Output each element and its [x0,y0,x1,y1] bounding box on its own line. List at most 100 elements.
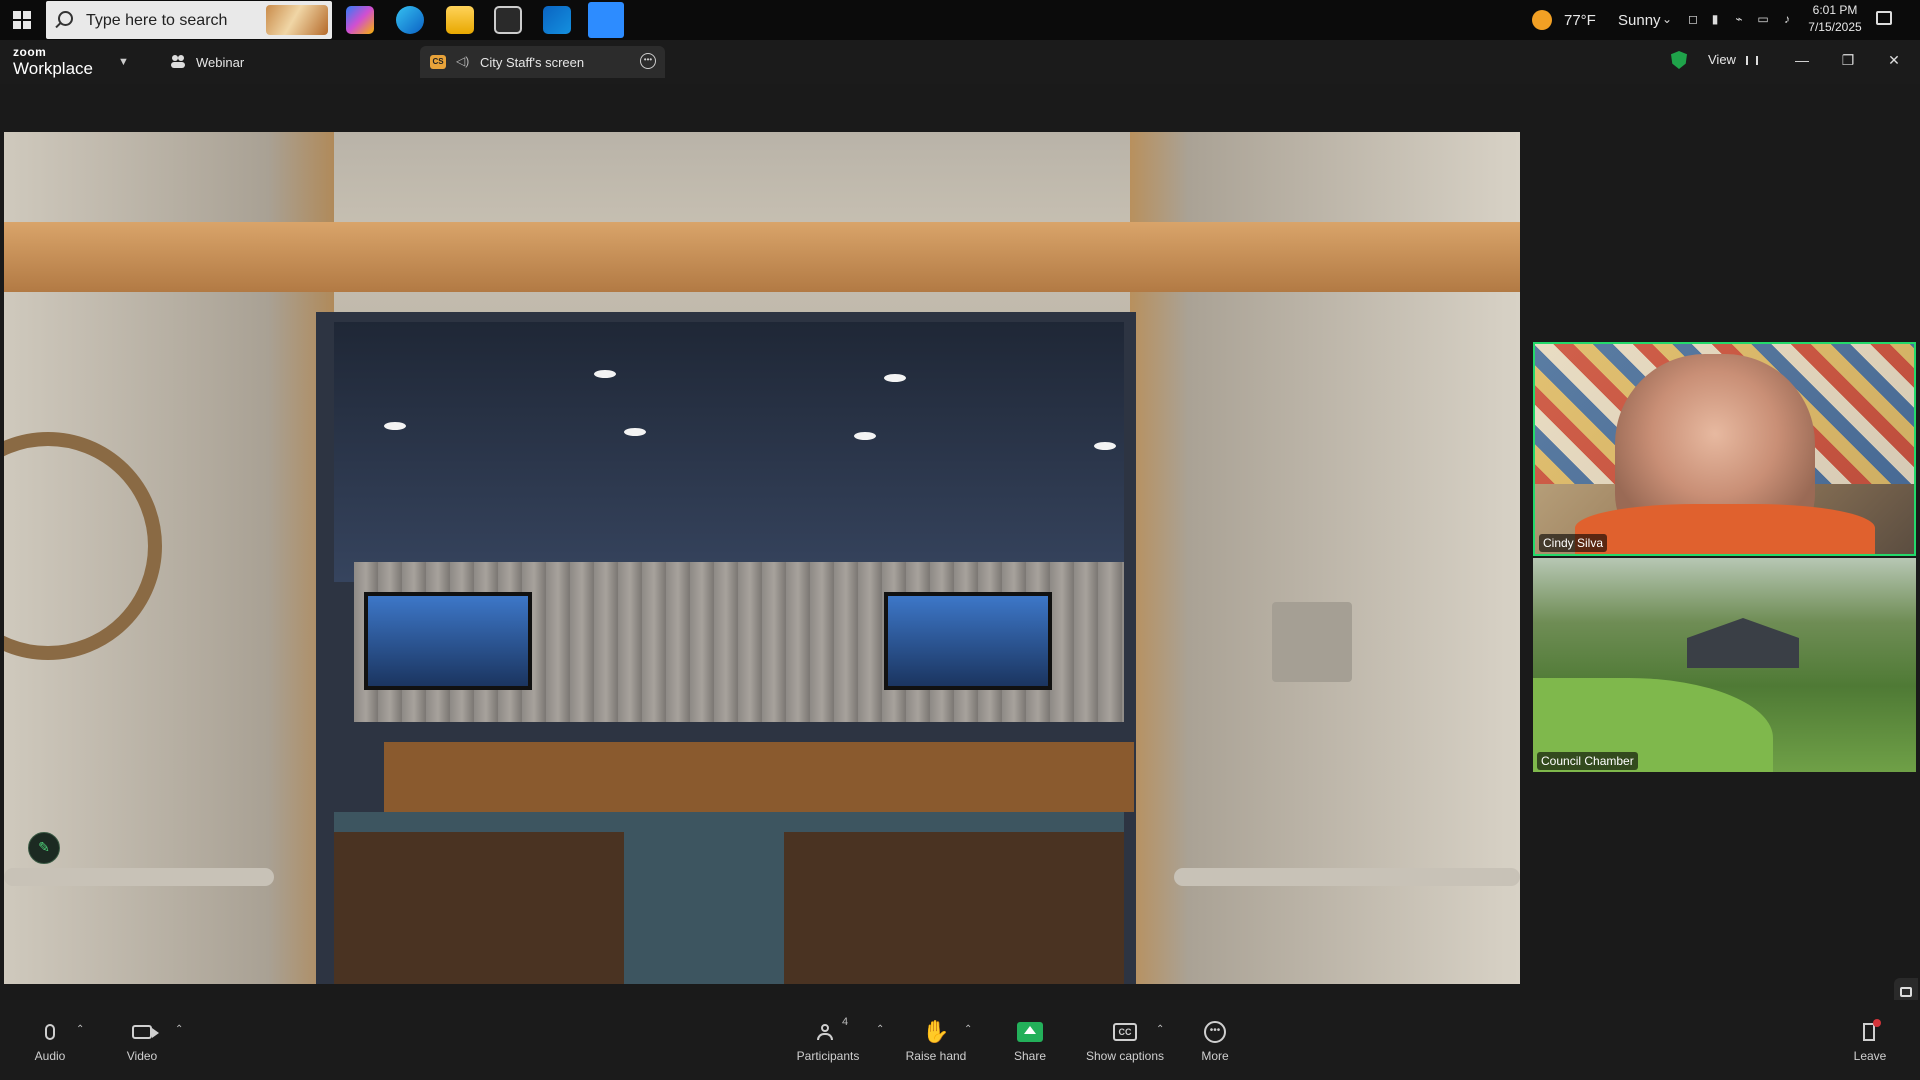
brand-workplace: Workplace [13,59,93,78]
chevron-down-icon[interactable]: ▼ [118,56,129,68]
raise-hand-button[interactable]: ✋ Raise hand [900,1018,972,1063]
participant-scarf [1575,504,1875,554]
outlook-icon[interactable] [543,6,571,34]
ceiling-light [384,422,406,430]
windows-start-icon[interactable] [8,6,36,34]
share-label: Share [1013,1049,1047,1063]
more-dots-icon: ••• [1204,1021,1226,1043]
notification-center-icon[interactable] [1876,11,1892,25]
clubhouse-building [1687,618,1799,668]
microphone-tray-icon[interactable]: ▮ [1708,12,1722,26]
ceiling-light [594,370,616,378]
chamber-display-left [364,592,532,690]
captions-options-caret-icon[interactable]: ⌃ [1156,1024,1164,1035]
chamber-display-right [884,592,1052,690]
participants-icon [817,1024,839,1040]
minimize-icon[interactable]: — [1792,50,1812,70]
zoom-title-bar: zoom Workplace ▼ Webinar CS ◁) City Staf… [0,40,1920,84]
participants-count: 4 [842,1016,849,1028]
edge-icon[interactable] [396,6,424,34]
ceiling-light [884,374,906,382]
zoom-workplace-logo[interactable]: zoom Workplace [13,46,93,77]
audience-seats-left [334,832,624,984]
windows-taskbar: Type here to search 77°F Sunny ⌄ ◻ ▮ ⌁ ▭… [0,0,1920,40]
view-label: View [1708,52,1736,67]
audio-options-caret-icon[interactable]: ⌃ [76,1024,84,1035]
microphone-icon [45,1024,55,1040]
annotate-pencil-icon[interactable]: ✎ [28,832,60,864]
share-button[interactable]: Share [1010,1018,1050,1063]
search-placeholder: Type here to search [86,12,228,29]
copilot-icon[interactable] [346,6,374,34]
shared-screen-video[interactable]: ✎ [4,132,1520,984]
ceiling-light [854,432,876,440]
system-clock[interactable]: 6:01 PM 7/15/2025 [1790,2,1880,36]
zoom-icon[interactable] [588,2,624,38]
clock-date: 7/15/2025 [1808,20,1862,34]
participant-name: Council Chamber [1537,752,1638,770]
view-grid-icon [1745,56,1758,65]
ceiling-light [1094,442,1116,450]
sharer-avatar-badge: CS [430,55,446,69]
wall-handrail-right [1174,868,1520,886]
chamber-ceiling [334,322,1124,582]
more-label: More [1201,1049,1229,1063]
webinar-label: Webinar [196,55,245,70]
door-plaque [1272,602,1352,682]
video-options-caret-icon[interactable]: ⌃ [175,1024,183,1035]
panel-icon [1900,987,1912,997]
audience-seats-right [784,832,1124,984]
video-label: Video [126,1049,158,1063]
video-button[interactable]: Video [122,1018,162,1063]
show-captions-button[interactable]: CC Show captions [1084,1018,1166,1063]
meeting-controls-bar: Audio ⌃ Video ⌃ 4 Participants ⌃ ✋ Raise… [0,1000,1920,1080]
wall-handrail-left [4,868,274,886]
reactions-caret-icon[interactable]: ⌃ [964,1024,972,1035]
leave-door-icon [1861,1019,1881,1043]
weather-condition: Sunny [1618,12,1661,29]
leave-button[interactable]: Leave [1850,1018,1890,1063]
audio-button[interactable]: Audio [30,1018,70,1063]
network-off-icon[interactable]: ⌁ [1732,12,1746,26]
search-highlight-image [266,5,328,35]
shared-screen-tab[interactable]: CS ◁) City Staff's screen ••• [420,46,665,78]
microsoft-store-icon[interactable] [494,6,522,34]
sun-icon [1532,10,1552,30]
participant-name: Cindy Silva [1539,534,1608,552]
meeting-area: ✎ Cindy Silva Council Chamber [0,84,1920,1008]
file-explorer-icon[interactable] [446,6,474,34]
participants-label: Participants [796,1049,860,1063]
clock-time: 6:01 PM [1812,3,1858,17]
leave-label: Leave [1853,1049,1887,1063]
captions-cc-icon: CC [1113,1023,1137,1041]
participants-button[interactable]: 4 Participants [790,1016,866,1063]
close-icon[interactable]: ✕ [1884,50,1904,70]
brand-zoom: zoom [13,45,47,59]
raise-hand-icon: ✋ [922,1019,950,1044]
more-button[interactable]: ••• More [1195,1018,1235,1063]
chevron-up-icon[interactable]: ⌄ [1660,12,1674,26]
search-icon [58,11,73,26]
ceiling-light [624,428,646,436]
view-button[interactable]: View [1708,52,1758,67]
raise-hand-label: Raise hand [905,1049,967,1063]
restore-icon[interactable]: ❐ [1838,50,1858,70]
people-icon [171,55,185,68]
monitor-tray-icon[interactable]: ▭ [1756,12,1770,26]
ceiling-beam [4,222,1520,292]
audio-label: Audio [34,1049,66,1063]
participants-options-caret-icon[interactable]: ⌃ [876,1024,884,1035]
participant-video-tile[interactable]: Council Chamber [1533,558,1916,772]
captions-label: Show captions [1085,1049,1165,1063]
taskbar-search-box[interactable]: Type here to search [46,1,332,39]
participant-video-tile[interactable]: Cindy Silva [1533,342,1916,556]
council-dais [384,742,1134,812]
more-options-icon[interactable]: ••• [640,53,656,69]
security-shield-icon[interactable] [1671,51,1687,69]
camera-tray-icon[interactable]: ◻ [1686,12,1700,26]
speaker-icon: ◁) [456,54,470,68]
weather-temperature: 77°F [1564,12,1596,29]
shared-screen-label: City Staff's screen [480,55,585,70]
video-camera-icon [132,1025,159,1039]
share-screen-icon [1017,1022,1043,1042]
